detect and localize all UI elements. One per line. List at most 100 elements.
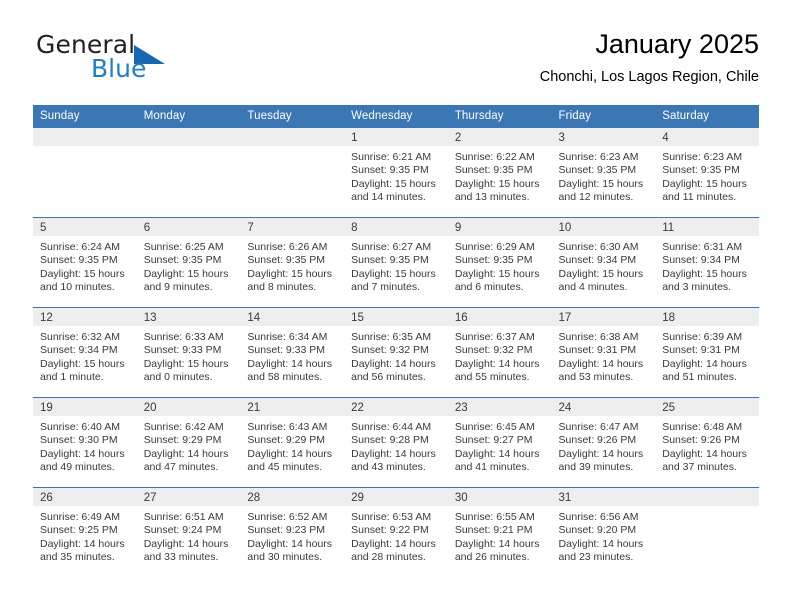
calendar-day-cell[interactable]: 9 Sunrise: 6:29 AM Sunset: 9:35 PM Daylight… <box>447 217 552 308</box>
sunset-text: Sunset: 9:35 PM <box>454 254 533 267</box>
sunset-text: Sunset: 9:25 PM <box>40 524 118 537</box>
sunrise-text: Sunrise: 6:47 AM <box>558 421 639 433</box>
calendar-day-cell[interactable]: 1 Sunrise: 6:21 AM Sunset: 9:35 PM Daylight… <box>344 127 448 218</box>
day-details: Sunrise: 6:44 AM Sunset: 9:28 PM Daylight:… <box>344 416 448 475</box>
calendar-day-cell[interactable]: 28 Sunrise: 6:52 AM Sunset: 9:23 PM Dayligh… <box>240 487 345 577</box>
calendar-day-cell[interactable]: 15 Sunrise: 6:35 AM Sunset: 9:32 PM Dayligh… <box>344 307 448 398</box>
sunset-text: Sunset: 9:35 PM <box>143 254 222 267</box>
day-details: Sunrise: 6:27 AM Sunset: 9:35 PM Daylight:… <box>344 236 448 295</box>
sunset-text: Sunset: 9:35 PM <box>662 164 740 177</box>
daylight-text: Daylight: 14 hours and 30 minutes. <box>247 537 333 564</box>
calendar-week-row: 5 Sunrise: 6:24 AM Sunset: 9:35 PM Daylight… <box>33 217 759 308</box>
day-number: 4 <box>655 128 759 146</box>
calendar-day-cell[interactable]: 18 Sunrise: 6:39 AM Sunset: 9:31 PM Dayligh… <box>655 307 759 398</box>
sunset-text: Sunset: 9:28 PM <box>351 434 429 447</box>
calendar-day-cell[interactable]: 20 Sunrise: 6:42 AM Sunset: 9:29 PM Dayligh… <box>136 397 241 488</box>
sunrise-text: Sunrise: 6:52 AM <box>247 511 328 523</box>
calendar-empty-cell <box>655 487 759 577</box>
daylight-text: Daylight: 14 hours and 55 minutes. <box>454 357 540 384</box>
general-blue-logo[interactable]: General Blue <box>33 28 293 90</box>
calendar-day-cell[interactable]: 27 Sunrise: 6:51 AM Sunset: 9:24 PM Dayligh… <box>136 487 241 577</box>
calendar-day-cell[interactable]: 10 Sunrise: 6:30 AM Sunset: 9:34 PM Dayligh… <box>551 217 656 308</box>
sunrise-text: Sunrise: 6:51 AM <box>143 511 224 523</box>
day-number: 19 <box>33 398 137 416</box>
calendar-day-cell[interactable]: 24 Sunrise: 6:47 AM Sunset: 9:26 PM Dayligh… <box>551 397 656 488</box>
calendar-week-row: 19 Sunrise: 6:40 AM Sunset: 9:30 PM Dayligh… <box>33 397 759 488</box>
day-details: Sunrise: 6:52 AM Sunset: 9:23 PM Daylight:… <box>240 506 344 565</box>
weekday-header-wednesday: Wednesday <box>344 105 448 128</box>
calendar-day-cell[interactable]: 14 Sunrise: 6:34 AM Sunset: 9:33 PM Dayligh… <box>240 307 345 398</box>
calendar-week-row: 26 Sunrise: 6:49 AM Sunset: 9:25 PM Dayligh… <box>33 487 759 577</box>
calendar-day-cell[interactable]: 4 Sunrise: 6:23 AM Sunset: 9:35 PM Daylight… <box>655 127 759 218</box>
daylight-text: Daylight: 15 hours and 0 minutes. <box>143 357 229 384</box>
day-details: Sunrise: 6:42 AM Sunset: 9:29 PM Daylight:… <box>137 416 241 475</box>
calendar-day-cell[interactable]: 3 Sunrise: 6:23 AM Sunset: 9:35 PM Daylight… <box>551 127 656 218</box>
day-number: 8 <box>344 218 448 236</box>
calendar-day-cell[interactable]: 5 Sunrise: 6:24 AM Sunset: 9:35 PM Daylight… <box>33 217 137 308</box>
day-details: Sunrise: 6:49 AM Sunset: 9:25 PM Daylight:… <box>33 506 137 565</box>
calendar-week-row: 12 Sunrise: 6:32 AM Sunset: 9:34 PM Dayligh… <box>33 307 759 398</box>
calendar-day-cell[interactable]: 29 Sunrise: 6:53 AM Sunset: 9:22 PM Dayligh… <box>344 487 448 577</box>
calendar-day-cell[interactable]: 2 Sunrise: 6:22 AM Sunset: 9:35 PM Daylight… <box>447 127 552 218</box>
daylight-text: Daylight: 14 hours and 53 minutes. <box>558 357 644 384</box>
calendar-day-cell[interactable]: 16 Sunrise: 6:37 AM Sunset: 9:32 PM Dayligh… <box>447 307 552 398</box>
day-details: Sunrise: 6:31 AM Sunset: 9:34 PM Daylight:… <box>655 236 759 295</box>
daylight-text: Daylight: 14 hours and 37 minutes. <box>662 447 747 474</box>
calendar-day-cell[interactable]: 23 Sunrise: 6:45 AM Sunset: 9:27 PM Dayligh… <box>447 397 552 488</box>
calendar-day-cell[interactable]: 6 Sunrise: 6:25 AM Sunset: 9:35 PM Daylight… <box>136 217 241 308</box>
day-number: 22 <box>344 398 448 416</box>
day-number: 6 <box>136 218 241 236</box>
sunset-text: Sunset: 9:33 PM <box>143 344 222 357</box>
calendar-day-cell[interactable]: 13 Sunrise: 6:33 AM Sunset: 9:33 PM Dayligh… <box>136 307 241 398</box>
title-block: January 2025 Chonchi, Los Lagos Region, … <box>540 28 759 86</box>
sunrise-text: Sunrise: 6:24 AM <box>40 241 120 253</box>
day-number: 16 <box>447 308 552 326</box>
day-details: Sunrise: 6:22 AM Sunset: 9:35 PM Daylight:… <box>448 146 552 205</box>
day-number: 2 <box>447 128 552 146</box>
daylight-text: Daylight: 15 hours and 3 minutes. <box>662 267 747 294</box>
calendar-day-cell[interactable]: 25 Sunrise: 6:48 AM Sunset: 9:26 PM Dayligh… <box>655 397 759 488</box>
sunrise-text: Sunrise: 6:55 AM <box>454 511 535 523</box>
weekday-header-tuesday: Tuesday <box>240 105 345 128</box>
day-number: 14 <box>240 308 345 326</box>
sunset-text: Sunset: 9:29 PM <box>247 434 326 447</box>
day-details: Sunrise: 6:40 AM Sunset: 9:30 PM Daylight:… <box>33 416 137 475</box>
sunrise-sunset-calendar-table: Sunday Monday Tuesday Wednesday Thursday… <box>33 105 759 577</box>
calendar-day-cell[interactable]: 8 Sunrise: 6:27 AM Sunset: 9:35 PM Daylight… <box>344 217 448 308</box>
daylight-text: Daylight: 14 hours and 51 minutes. <box>662 357 747 384</box>
day-details: Sunrise: 6:43 AM Sunset: 9:29 PM Daylight:… <box>240 416 344 475</box>
calendar-day-cell[interactable]: 31 Sunrise: 6:56 AM Sunset: 9:20 PM Dayligh… <box>551 487 656 577</box>
day-details: Sunrise: 6:29 AM Sunset: 9:35 PM Daylight:… <box>448 236 552 295</box>
sunrise-text: Sunrise: 6:56 AM <box>558 511 639 523</box>
day-number: 31 <box>551 488 656 506</box>
day-number: 24 <box>551 398 656 416</box>
calendar-day-cell[interactable]: 17 Sunrise: 6:38 AM Sunset: 9:31 PM Dayligh… <box>551 307 656 398</box>
calendar-day-cell[interactable]: 12 Sunrise: 6:32 AM Sunset: 9:34 PM Dayligh… <box>33 307 137 398</box>
day-number: 13 <box>136 308 241 326</box>
calendar-day-cell[interactable]: 21 Sunrise: 6:43 AM Sunset: 9:29 PM Dayligh… <box>240 397 345 488</box>
sunset-text: Sunset: 9:35 PM <box>351 164 429 177</box>
calendar-day-cell[interactable]: 11 Sunrise: 6:31 AM Sunset: 9:34 PM Dayligh… <box>655 217 759 308</box>
page-title: January 2025 <box>595 29 759 59</box>
daylight-text: Daylight: 14 hours and 39 minutes. <box>558 447 644 474</box>
day-details: Sunrise: 6:39 AM Sunset: 9:31 PM Daylight:… <box>655 326 759 385</box>
daylight-text: Daylight: 14 hours and 47 minutes. <box>143 447 229 474</box>
day-details: Sunrise: 6:32 AM Sunset: 9:34 PM Daylight:… <box>33 326 137 385</box>
sunset-text: Sunset: 9:35 PM <box>558 164 637 177</box>
day-number: 30 <box>447 488 552 506</box>
logo-text-blue: Blue <box>91 54 147 83</box>
calendar-day-cell[interactable]: 26 Sunrise: 6:49 AM Sunset: 9:25 PM Dayligh… <box>33 487 137 577</box>
day-number: 12 <box>33 308 137 326</box>
calendar-day-cell[interactable]: 22 Sunrise: 6:44 AM Sunset: 9:28 PM Dayligh… <box>344 397 448 488</box>
calendar-day-cell[interactable]: 19 Sunrise: 6:40 AM Sunset: 9:30 PM Dayligh… <box>33 397 137 488</box>
calendar-empty-cell <box>136 127 241 218</box>
calendar-day-cell[interactable]: 7 Sunrise: 6:26 AM Sunset: 9:35 PM Daylight… <box>240 217 345 308</box>
day-details: Sunrise: 6:25 AM Sunset: 9:35 PM Daylight:… <box>137 236 241 295</box>
weekday-header-monday: Monday <box>136 105 241 128</box>
sunset-text: Sunset: 9:30 PM <box>40 434 118 447</box>
daylight-text: Daylight: 15 hours and 13 minutes. <box>454 177 540 204</box>
weekday-header-saturday: Saturday <box>655 105 759 128</box>
daylight-text: Daylight: 14 hours and 45 minutes. <box>247 447 333 474</box>
calendar-day-cell[interactable]: 30 Sunrise: 6:55 AM Sunset: 9:21 PM Dayligh… <box>447 487 552 577</box>
day-number: 17 <box>551 308 656 326</box>
